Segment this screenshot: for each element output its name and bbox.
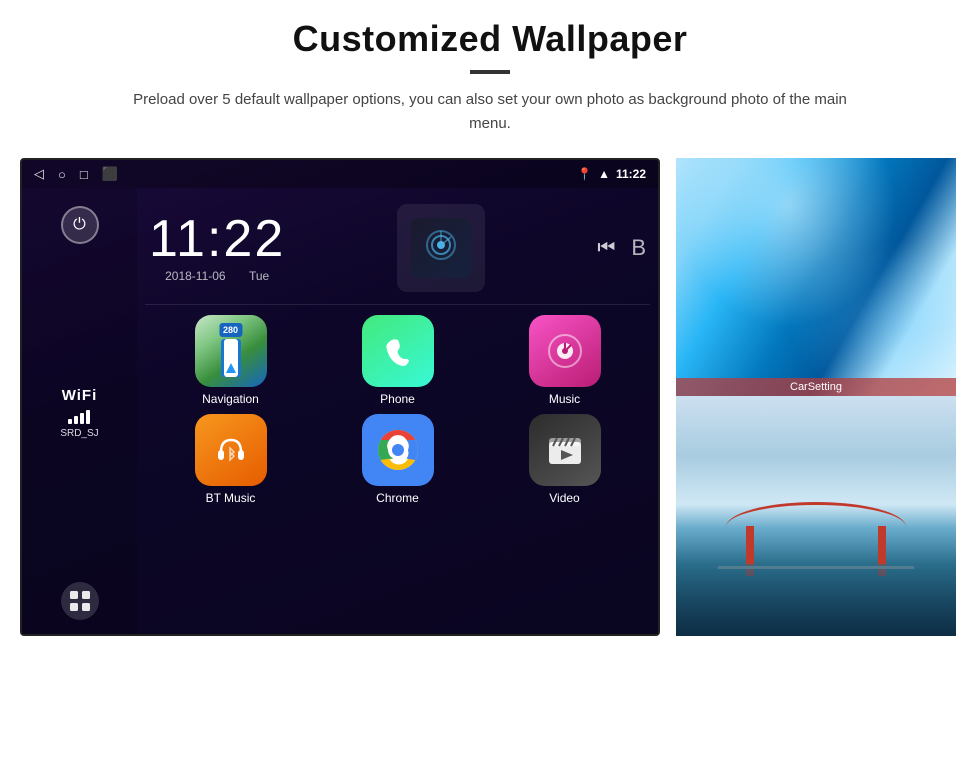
bt-svg: [211, 430, 251, 470]
chrome-icon: [362, 414, 434, 486]
status-time: 11:22: [616, 167, 646, 181]
android-center: 11:22 2018-11-06 Tue: [137, 188, 658, 634]
app-item-navigation[interactable]: 280 Navigation: [149, 315, 312, 406]
android-sidebar: ⏻ WiFi SRD_SJ: [22, 188, 137, 634]
apps-grid-button[interactable]: [61, 582, 99, 620]
skip-back-button[interactable]: ⏮: [597, 237, 615, 260]
wifi-bars: [60, 408, 98, 424]
chrome-svg: [372, 424, 424, 476]
recent-icon[interactable]: □: [80, 167, 88, 182]
wallpaper-thumbnails: CarSetting: [676, 158, 956, 636]
status-bar: ◁ ○ □ ⬛ 📍 ▲ 11:22: [22, 160, 658, 188]
ice-cave-image: CarSetting: [676, 158, 956, 396]
media-icon-inner: [411, 218, 471, 278]
app-item-bt-music[interactable]: BT Music: [149, 414, 312, 505]
location-icon: 📍: [577, 167, 592, 181]
music-icon: [529, 315, 601, 387]
app-item-phone[interactable]: Phone: [316, 315, 479, 406]
wifi-ssid: SRD_SJ: [60, 428, 98, 439]
phone-svg: [379, 332, 417, 370]
page-title: Customized Wallpaper: [293, 18, 688, 60]
title-divider: [470, 70, 510, 74]
status-right: 📍 ▲ 11:22: [577, 167, 646, 181]
screenshot-icon[interactable]: ⬛: [102, 166, 118, 182]
app-label-phone: Phone: [380, 392, 415, 406]
wallpaper-ice-cave[interactable]: CarSetting: [676, 158, 956, 396]
clock-info: 11:22 2018-11-06 Tue: [149, 213, 285, 283]
cast-icon: [423, 227, 459, 270]
music-svg: [545, 331, 585, 371]
wifi-bar-4: [86, 410, 90, 424]
app-label-bt-music: BT Music: [206, 491, 256, 505]
clock-day-value: Tue: [249, 269, 269, 283]
clock-date: 2018-11-06 Tue: [149, 269, 285, 283]
app-item-chrome[interactable]: Chrome: [316, 414, 479, 505]
app-item-video[interactable]: Video: [483, 414, 646, 505]
navigation-icon: 280: [195, 315, 267, 387]
wifi-bar-3: [80, 413, 84, 424]
wifi-widget: WiFi SRD_SJ: [60, 387, 98, 439]
cast-svg: [423, 227, 459, 263]
app-label-navigation: Navigation: [202, 392, 259, 406]
phone-icon: [362, 315, 434, 387]
nav-arrow: [226, 363, 236, 373]
golden-gate-image: [676, 396, 956, 636]
app-item-music[interactable]: Music: [483, 315, 646, 406]
back-icon[interactable]: ◁: [34, 166, 44, 182]
carsetting-label: CarSetting: [676, 378, 956, 396]
power-button[interactable]: ⏻: [61, 206, 99, 244]
clock-date-value: 2018-11-06: [165, 269, 226, 283]
clock-time: 11:22: [149, 213, 285, 265]
app-label-chrome: Chrome: [376, 491, 419, 505]
wallpaper-golden-gate[interactable]: [676, 396, 956, 636]
media-controls: ⏮ B: [597, 235, 646, 261]
status-left: ◁ ○ □ ⬛: [34, 166, 118, 182]
video-svg: [543, 428, 587, 472]
media-widget: [397, 204, 485, 292]
bt-music-icon: [195, 414, 267, 486]
wifi-bar-2: [74, 416, 78, 424]
clock-area: 11:22 2018-11-06 Tue: [145, 196, 650, 305]
app-label-music: Music: [549, 392, 580, 406]
wifi-bar-1: [68, 419, 72, 424]
bluetooth-button[interactable]: B: [631, 235, 646, 261]
home-icon[interactable]: ○: [58, 167, 66, 182]
apps-grid: 280 Navigation: [145, 315, 650, 505]
wifi-label: WiFi: [60, 387, 98, 404]
page-wrapper: Customized Wallpaper Preload over 5 defa…: [0, 0, 980, 636]
video-icon: [529, 414, 601, 486]
wifi-status-icon: ▲: [598, 167, 610, 181]
android-main: ⏻ WiFi SRD_SJ: [22, 188, 658, 634]
bridge-cable: [726, 502, 906, 552]
content-area: ◁ ○ □ ⬛ 📍 ▲ 11:22 ⏻: [20, 158, 960, 636]
nav-badge: 280: [219, 323, 242, 337]
water-reflection: [676, 564, 956, 636]
page-subtitle: Preload over 5 default wallpaper options…: [130, 88, 850, 136]
app-label-video: Video: [549, 491, 579, 505]
android-screen: ◁ ○ □ ⬛ 📍 ▲ 11:22 ⏻: [20, 158, 660, 636]
grid-icon: [69, 590, 91, 612]
power-icon: ⏻: [73, 216, 86, 234]
